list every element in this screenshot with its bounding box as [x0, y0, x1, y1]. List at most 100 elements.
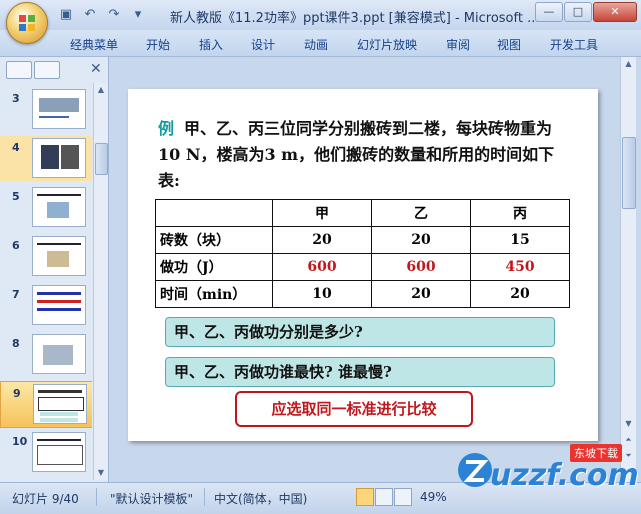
- table-cell: 20: [371, 280, 471, 308]
- thumbnail-number: 10: [12, 435, 28, 448]
- redo-icon[interactable]: ↷: [106, 7, 122, 23]
- slide-counter: 幻灯片 9/40: [12, 492, 79, 506]
- question-body: 甲、乙、丙三位同学分别搬砖到二楼，每块砖物重为10 N，楼高为3 m，他们搬砖的…: [158, 119, 555, 190]
- thumbnail-image: [32, 89, 86, 129]
- tab-view[interactable]: 视图: [497, 36, 521, 53]
- slide-sorter-icon[interactable]: [375, 488, 393, 506]
- table-cell: 20: [470, 280, 570, 308]
- table-row: 砖数（块） 20 20 15: [155, 226, 570, 254]
- slide-thumbnail[interactable]: 10: [0, 430, 92, 475]
- thumbnail-number: 3: [12, 92, 20, 105]
- slide-thumbnail[interactable]: 3: [0, 87, 92, 132]
- thumbnail-image: [32, 236, 86, 276]
- slide[interactable]: 例甲、乙、丙三位同学分别搬砖到二楼，每块砖物重为10 N，楼高为3 m，他们搬砖…: [128, 89, 598, 441]
- table-row: 做功（J） 600 600 450: [155, 253, 570, 281]
- table-row: 时间（min） 10 20 20: [155, 280, 570, 308]
- tab-insert[interactable]: 插入: [199, 36, 223, 53]
- row-label: 砖数（块）: [155, 226, 273, 254]
- outline-tab-icon[interactable]: [34, 61, 60, 79]
- question-1-box: 甲、乙、丙做功分别是多少?: [165, 317, 555, 347]
- slideshow-view-icon[interactable]: [394, 488, 412, 506]
- table-cell: 450: [470, 253, 570, 281]
- tab-animation[interactable]: 动画: [304, 36, 328, 53]
- maximize-button[interactable]: □: [564, 2, 592, 22]
- zoom-level[interactable]: 49%: [420, 490, 447, 504]
- quick-access-toolbar: ▣ ↶ ↷ ▾: [58, 7, 146, 23]
- tab-review[interactable]: 审阅: [446, 36, 470, 53]
- office-logo-icon: [19, 15, 35, 31]
- table-cell: [155, 199, 273, 227]
- thumbnail-image: [33, 384, 87, 424]
- thumbnail-number: 5: [12, 190, 20, 203]
- tab-developer[interactable]: 开发工具: [550, 36, 598, 53]
- office-button[interactable]: [6, 2, 48, 44]
- template-name: "默认设计模板": [110, 492, 194, 506]
- row-label: 时间（min）: [155, 280, 273, 308]
- undo-icon[interactable]: ↶: [82, 7, 98, 23]
- question-2-box: 甲、乙、丙做功谁最快? 谁最慢?: [165, 357, 555, 387]
- thumbnail-scrollbar[interactable]: ▲ ▼: [93, 83, 108, 480]
- close-pane-icon[interactable]: ✕: [90, 61, 102, 77]
- slide-canvas: 例甲、乙、丙三位同学分别搬砖到二楼，每块砖物重为10 N，楼高为3 m，他们搬砖…: [110, 57, 624, 482]
- question-text: 例甲、乙、丙三位同学分别搬砖到二楼，每块砖物重为10 N，楼高为3 m，他们搬砖…: [158, 116, 558, 194]
- table-cell: 20: [371, 226, 471, 254]
- example-label: 例: [158, 119, 175, 138]
- thumbnail-image: [32, 334, 86, 374]
- window-controls: — □ ✕: [535, 2, 637, 22]
- scroll-down-icon[interactable]: ▼: [94, 466, 108, 480]
- scroll-thumb[interactable]: [622, 137, 636, 209]
- table-cell: 20: [272, 226, 372, 254]
- thumbnail-list: 3 4 5 6 7 8 9 10: [0, 83, 92, 480]
- slide-thumbnail[interactable]: 8: [0, 332, 92, 377]
- slide-scrollbar[interactable]: ▲ ▼ ⏶ ⏷: [620, 57, 636, 482]
- watermark-tag: 东坡下载: [570, 444, 622, 462]
- thumbnail-number: 4: [12, 141, 20, 154]
- table-cell: 15: [470, 226, 570, 254]
- slide-thumbnail[interactable]: 6: [0, 234, 92, 279]
- title-bar: ▣ ↶ ↷ ▾ 新人教版《11.2功率》ppt课件3.ppt [兼容模式] - …: [0, 0, 641, 31]
- save-icon[interactable]: ▣: [58, 7, 74, 23]
- tab-classic-menu[interactable]: 经典菜单: [70, 36, 118, 53]
- pane-tabs: ✕: [4, 61, 104, 79]
- slides-tab-icon[interactable]: [6, 61, 32, 79]
- slide-thumbnail[interactable]: 5: [0, 185, 92, 230]
- data-table: 甲 乙 丙 砖数（块） 20 20 15 做功（J） 600 600 450 时…: [155, 199, 570, 308]
- thumbnail-number: 7: [12, 288, 20, 301]
- table-header-cell: 甲: [272, 199, 372, 227]
- scroll-down-icon[interactable]: ▼: [621, 417, 636, 431]
- language-indicator[interactable]: 中文(简体，中国): [214, 490, 307, 507]
- thumbnail-number: 9: [13, 387, 21, 400]
- tab-home[interactable]: 开始: [146, 36, 170, 53]
- scroll-thumb[interactable]: [95, 143, 108, 175]
- slide-thumbnail[interactable]: 7: [0, 283, 92, 328]
- table-header-cell: 乙: [371, 199, 471, 227]
- thumbnail-image: [32, 432, 86, 472]
- answer-box: 应选取同一标准进行比较: [235, 391, 473, 427]
- thumbnail-image: [32, 138, 86, 178]
- tab-slideshow[interactable]: 幻灯片放映: [357, 36, 417, 53]
- thumbnail-number: 8: [12, 337, 20, 350]
- table-header-row: 甲 乙 丙: [155, 199, 570, 227]
- table-header-cell: 丙: [470, 199, 570, 227]
- watermark-logo-icon: [458, 453, 492, 487]
- tab-design[interactable]: 设计: [251, 36, 275, 53]
- thumbnail-image: [32, 187, 86, 227]
- row-label: 做功（J）: [155, 253, 273, 281]
- customize-qat-icon[interactable]: ▾: [130, 7, 146, 23]
- table-cell: 10: [272, 280, 372, 308]
- table-cell: 600: [371, 253, 471, 281]
- thumbnail-image: [32, 285, 86, 325]
- slide-thumbnail-selected[interactable]: 9: [0, 381, 92, 428]
- watermark-site-text: uzzf.com: [490, 458, 639, 493]
- table-cell: 600: [272, 253, 372, 281]
- scroll-up-icon[interactable]: ▲: [621, 57, 636, 71]
- ribbon-tabs: 经典菜单 开始 插入 设计 动画 幻灯片放映 审阅 视图 开发工具: [0, 30, 641, 57]
- scroll-up-icon[interactable]: ▲: [94, 83, 108, 97]
- thumbnail-number: 6: [12, 239, 20, 252]
- window-title: 新人教版《11.2功率》ppt课件3.ppt [兼容模式] - Microsof…: [170, 11, 540, 26]
- normal-view-icon[interactable]: [356, 488, 374, 506]
- slides-pane: ✕ 3 4 5 6 7 8 9 10 ▲ ▼: [0, 57, 109, 482]
- slide-thumbnail[interactable]: 4: [0, 136, 92, 181]
- minimize-button[interactable]: —: [535, 2, 563, 22]
- close-button[interactable]: ✕: [593, 2, 637, 22]
